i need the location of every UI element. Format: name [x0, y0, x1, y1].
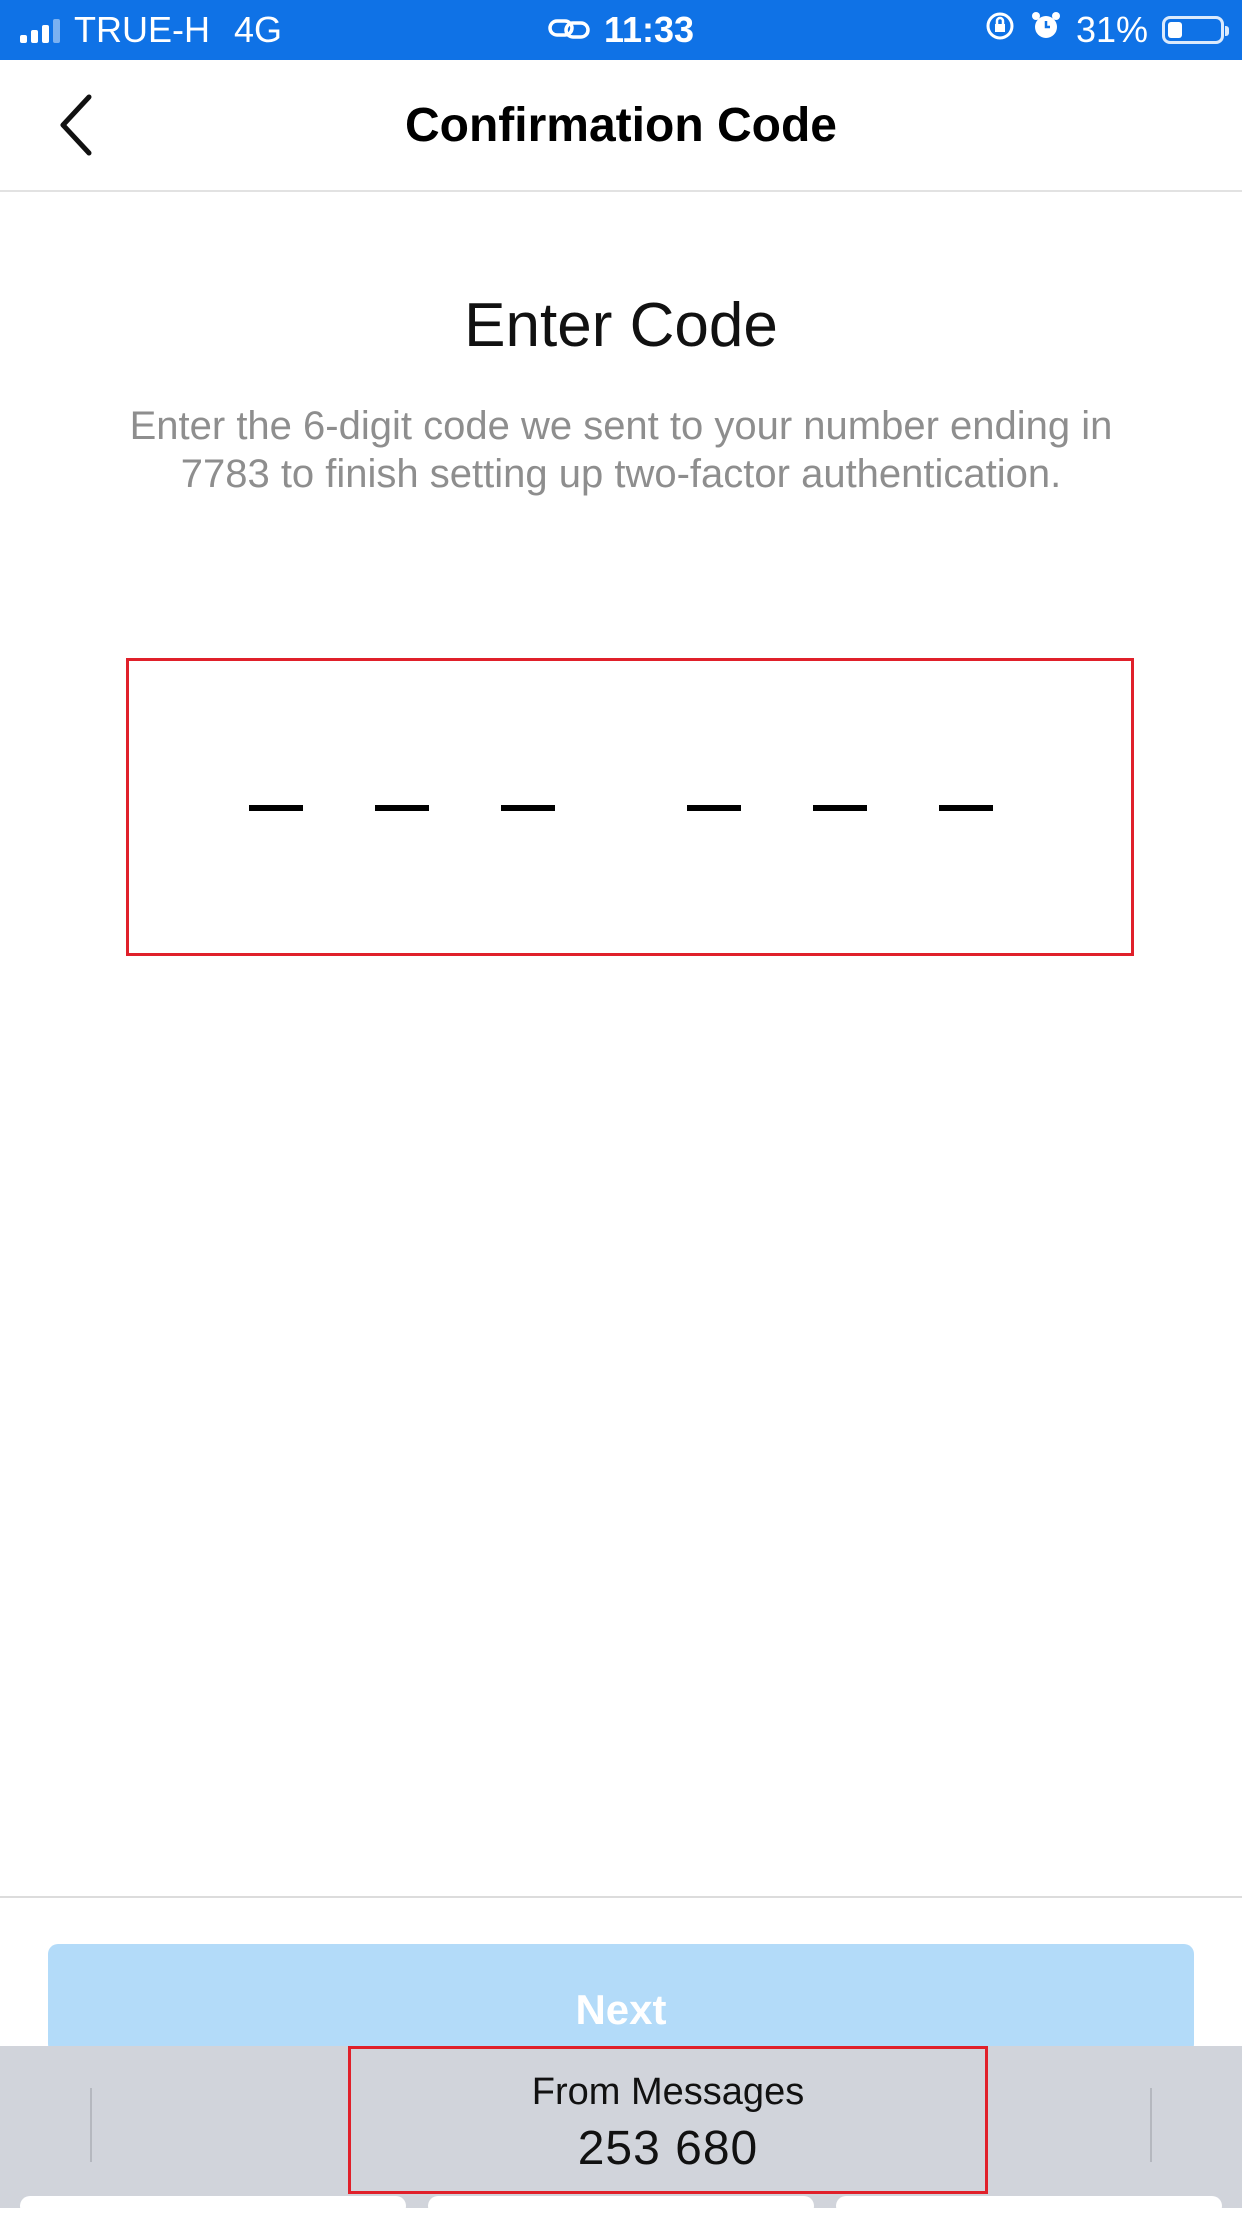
code-digit-slot-5 [813, 805, 867, 811]
status-left: TRUE-H 4G [0, 9, 282, 51]
next-button[interactable]: Next [48, 1944, 1194, 2054]
suggestion-code-value: 253 680 [577, 2122, 759, 2175]
suggestion-separator-left [90, 2088, 92, 2162]
rotation-lock-icon [984, 9, 1016, 51]
code-digit-slot-3 [501, 805, 555, 811]
status-right: 31% [984, 9, 1242, 51]
code-digit-slot-6 [939, 805, 993, 811]
status-time: 11:33 [603, 9, 695, 50]
enter-code-heading: Enter Code [464, 291, 778, 360]
battery-icon [1162, 16, 1229, 44]
code-input[interactable] [126, 658, 1134, 956]
status-bar: TRUE-H 4G 11:33 31% [0, 0, 1242, 60]
footer-divider [0, 1896, 1242, 1898]
carrier-name: TRUE-H [74, 9, 210, 50]
page-title: Confirmation Code [405, 99, 837, 152]
network-type: 4G [233, 9, 283, 50]
instruction-text: Enter the 6-digit code we sent to your n… [60, 402, 1182, 498]
signal-icon [20, 17, 60, 43]
code-digit-slot-1 [249, 805, 303, 811]
keyboard-key[interactable] [836, 2196, 1222, 2216]
instruction-line-2: 7783 to finish setting up two-factor aut… [180, 452, 1062, 496]
instruction-line-1: Enter the 6-digit code we sent to your n… [129, 404, 1113, 448]
suggestion-separator-right [1150, 2088, 1152, 2162]
suggestion-source-label: From Messages [531, 2071, 805, 2113]
keyboard-suggestion-bar: From Messages 253 680 [0, 2046, 1242, 2208]
code-digit-slot-2 [375, 805, 429, 811]
link-icon [548, 9, 590, 51]
keyboard-key[interactable] [20, 2196, 406, 2216]
nav-bar: Confirmation Code [0, 60, 1242, 192]
keyboard-key[interactable] [428, 2196, 814, 2216]
autofill-code-suggestion[interactable]: From Messages 253 680 [348, 2046, 988, 2194]
code-digit-slot-4 [687, 805, 741, 811]
alarm-icon [1030, 9, 1062, 51]
battery-percent: 31% [1075, 9, 1148, 50]
